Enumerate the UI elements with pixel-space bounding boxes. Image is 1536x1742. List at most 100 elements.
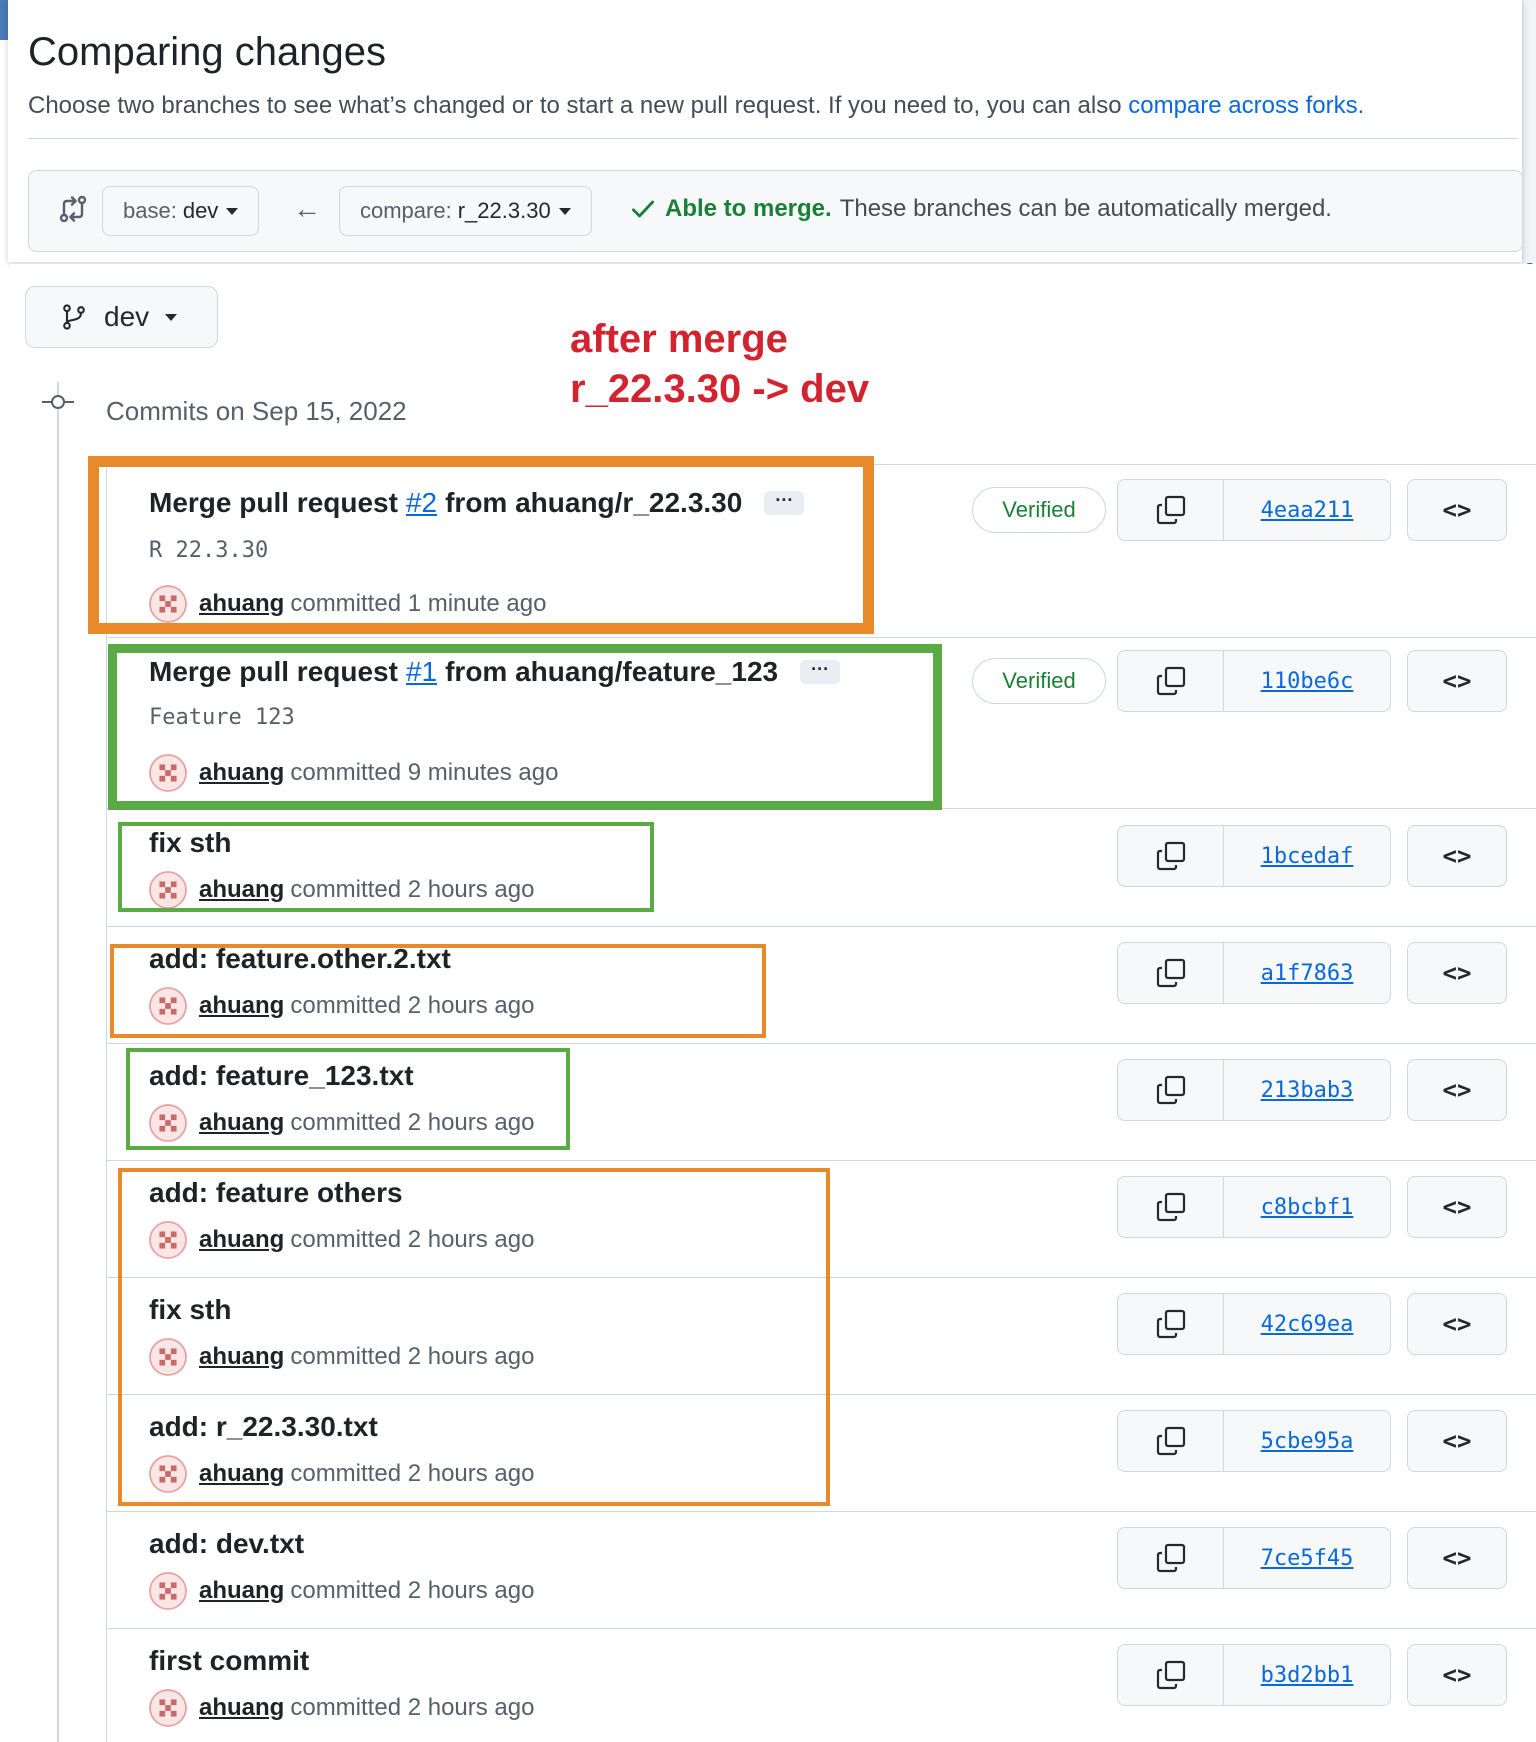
commit-sha-link[interactable]: b3d2bb1 <box>1224 1645 1390 1705</box>
avatar[interactable] <box>149 1221 187 1259</box>
avatar[interactable] <box>149 1338 187 1376</box>
commit-title-text: fix sth <box>149 827 232 858</box>
commit-title-text: from ahuang/r_22.3.30 <box>445 487 743 518</box>
commit-row: fix sth ahuang committed 2 hours ago 42c… <box>107 1278 1536 1395</box>
commit-sha-link[interactable]: 42c69ea <box>1224 1294 1390 1354</box>
browse-repository-button[interactable]: <> <box>1407 650 1507 712</box>
commit-title-text: Merge pull request <box>149 487 398 518</box>
commit-sha-link[interactable]: 5cbe95a <box>1224 1411 1390 1471</box>
browse-repository-button[interactable]: <> <box>1407 942 1507 1004</box>
copy-sha-button[interactable] <box>1118 943 1224 1003</box>
commit-sha-group: 110be6c <box>1117 650 1391 712</box>
copy-sha-button[interactable] <box>1118 1177 1224 1237</box>
commit-author-link[interactable]: ahuang <box>199 1226 284 1254</box>
annotation-note: after merge r_22.3.30 -> dev <box>570 314 869 414</box>
browse-repository-button[interactable]: <> <box>1407 1644 1507 1706</box>
commit-title: Merge pull request #1 from ahuang/featur… <box>149 656 841 688</box>
commit-sha-link[interactable]: 7ce5f45 <box>1224 1528 1390 1588</box>
commit-author-link[interactable]: ahuang <box>199 590 284 618</box>
commit-sha-link[interactable]: c8bcbf1 <box>1224 1177 1390 1237</box>
commit-title-text: add: dev.txt <box>149 1528 305 1559</box>
commit-sha-group: 7ce5f45 <box>1117 1527 1391 1589</box>
merge-status: Able to merge. These branches can be aut… <box>629 195 1332 223</box>
copy-sha-button[interactable] <box>1118 1060 1224 1120</box>
commit-sha-link[interactable]: a1f7863 <box>1224 943 1390 1003</box>
commit-author-link[interactable]: ahuang <box>199 1460 284 1488</box>
commit-author-link[interactable]: ahuang <box>199 992 284 1020</box>
commit-meta: ahuang committed 2 hours ago <box>149 987 534 1025</box>
avatar[interactable] <box>149 1572 187 1610</box>
copy-icon <box>1156 1075 1185 1105</box>
commit-author-link[interactable]: ahuang <box>199 1577 284 1605</box>
browse-repository-button[interactable]: <> <box>1407 1176 1507 1238</box>
copy-sha-button[interactable] <box>1118 1645 1224 1705</box>
branch-selector-button[interactable]: dev <box>25 286 218 348</box>
commit-title-text: from ahuang/feature_123 <box>445 656 779 687</box>
copy-sha-button[interactable] <box>1118 480 1224 540</box>
copy-icon <box>1156 1309 1185 1339</box>
range-editor: base: dev ← compare: r_22.3.30 Able to m… <box>28 170 1523 252</box>
browse-repository-button[interactable]: <> <box>1407 479 1507 541</box>
commit-sha-link[interactable]: 1bcedaf <box>1224 826 1390 886</box>
copy-sha-button[interactable] <box>1118 1411 1224 1471</box>
commit-row: add: feature others ahuang committed 2 h… <box>107 1161 1536 1278</box>
commit-author-link[interactable]: ahuang <box>199 1694 284 1722</box>
git-branch-icon <box>63 304 85 330</box>
commit-sha-link[interactable]: 4eaa211 <box>1224 480 1390 540</box>
avatar[interactable] <box>149 754 187 792</box>
commit-sha-group: 5cbe95a <box>1117 1410 1391 1472</box>
avatar[interactable] <box>149 1689 187 1727</box>
commit-time: committed 2 hours ago <box>290 1577 535 1604</box>
copy-sha-button[interactable] <box>1118 651 1224 711</box>
browse-repository-button[interactable]: <> <box>1407 1059 1507 1121</box>
commit-message-body: Feature 123 <box>149 705 295 730</box>
commit-author-link[interactable]: ahuang <box>199 1343 284 1371</box>
compare-across-forks-link[interactable]: compare across forks. <box>1128 92 1364 119</box>
commit-meta: ahuang committed 1 minute ago <box>149 585 546 623</box>
pull-request-link[interactable]: #1 <box>406 656 437 688</box>
base-branch-button[interactable]: base: dev <box>102 186 260 236</box>
commit-author-link[interactable]: ahuang <box>199 876 284 904</box>
commit-time: committed 2 hours ago <box>290 1109 535 1136</box>
expand-message-button[interactable]: ··· <box>764 491 805 515</box>
commit-sha-group: b3d2bb1 <box>1117 1644 1391 1706</box>
browse-repository-button[interactable]: <> <box>1407 1293 1507 1355</box>
copy-icon <box>1156 495 1185 525</box>
pull-request-link[interactable]: #2 <box>406 487 437 519</box>
commit-row: Merge pull request #2 from ahuang/r_22.3… <box>107 465 1536 638</box>
check-icon <box>631 200 655 218</box>
commit-row: fix sth ahuang committed 2 hours ago 1bc… <box>107 809 1536 927</box>
avatar[interactable] <box>149 1104 187 1142</box>
verified-badge[interactable]: Verified <box>972 487 1106 533</box>
copy-sha-button[interactable] <box>1118 1294 1224 1354</box>
copy-icon <box>1156 1426 1185 1456</box>
merge-status-text: These branches can be automatically merg… <box>839 195 1332 222</box>
avatar[interactable] <box>149 987 187 1025</box>
title-divider <box>28 138 1518 139</box>
avatar[interactable] <box>149 1455 187 1493</box>
commit-time: committed 2 hours ago <box>290 1343 535 1370</box>
compare-branch-button[interactable]: compare: r_22.3.30 <box>339 186 592 236</box>
commit-meta: ahuang committed 2 hours ago <box>149 1338 534 1376</box>
commit-sha-link[interactable]: 213bab3 <box>1224 1060 1390 1120</box>
verified-badge[interactable]: Verified <box>972 658 1106 704</box>
browse-repository-button[interactable]: <> <box>1407 1527 1507 1589</box>
browse-repository-button[interactable]: <> <box>1407 825 1507 887</box>
commit-row: add: feature.other.2.txt ahuang committe… <box>107 927 1536 1044</box>
compare-branch-name: r_22.3.30 <box>457 198 551 223</box>
browse-repository-button[interactable]: <> <box>1407 1410 1507 1472</box>
commit-sha-link[interactable]: 110be6c <box>1224 651 1390 711</box>
avatar[interactable] <box>149 585 187 623</box>
copy-sha-button[interactable] <box>1118 826 1224 886</box>
copy-icon <box>1156 666 1185 696</box>
commit-author-link[interactable]: ahuang <box>199 759 284 787</box>
commit-message-body: R 22.3.30 <box>149 538 269 563</box>
expand-message-button[interactable]: ··· <box>800 660 841 684</box>
commit-title-text: first commit <box>149 1645 310 1676</box>
commit-row: add: dev.txt ahuang committed 2 hours ag… <box>107 1512 1536 1629</box>
copy-sha-button[interactable] <box>1118 1528 1224 1588</box>
commit-author-link[interactable]: ahuang <box>199 1109 284 1137</box>
avatar[interactable] <box>149 871 187 909</box>
commit-title-text: add: feature_123.txt <box>149 1060 414 1091</box>
commit-sha-group: 213bab3 <box>1117 1059 1391 1121</box>
